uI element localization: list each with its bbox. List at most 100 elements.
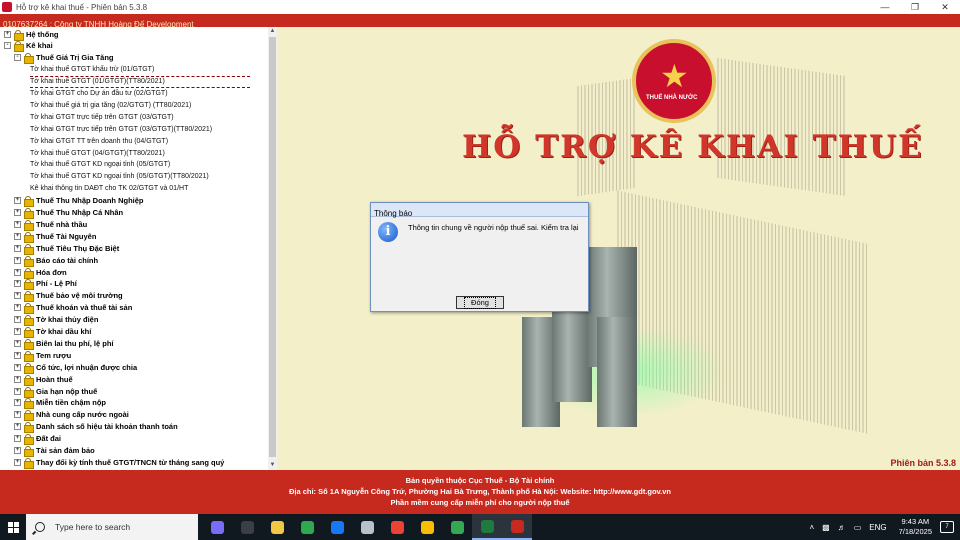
lock-icon <box>24 398 34 410</box>
expand-icon[interactable]: + <box>14 351 21 359</box>
expand-icon[interactable]: + <box>14 458 21 466</box>
tree-scrollbar[interactable]: ▲ ▼ <box>268 27 277 470</box>
tree-group-item[interactable]: + Miễn tiền chậm nộp <box>14 397 106 410</box>
expand-icon[interactable]: + <box>14 363 21 371</box>
taskbar-app[interactable] <box>382 514 412 540</box>
tree-item-label: Đất đai <box>36 434 62 444</box>
expand-icon[interactable]: + <box>14 399 21 407</box>
expand-icon[interactable]: + <box>14 256 21 264</box>
expand-icon[interactable]: + <box>14 209 21 216</box>
expand-icon[interactable]: + <box>14 339 21 347</box>
app-banner-title: HỖ TRỢ KÊ KHAI THUẾ <box>462 129 924 165</box>
expand-icon[interactable]: + <box>14 280 21 288</box>
tree-leaf-item[interactable]: Tờ khai GTGT trực tiếp trên GTGT (03/GTG… <box>30 111 174 123</box>
tree-group-item[interactable]: - Kê khai <box>4 40 53 53</box>
minimize-button[interactable]: — <box>870 0 900 14</box>
scroll-thumb[interactable] <box>269 37 276 457</box>
tree-item-label: Tờ khai thủy điện <box>36 315 99 325</box>
taskbar-app[interactable] <box>352 514 382 540</box>
tree-group-item[interactable]: + Thuế nhà thầu <box>14 218 87 231</box>
tree-group-item[interactable]: + Hóa đơn <box>14 266 67 279</box>
expand-icon[interactable]: + <box>14 411 21 419</box>
expand-icon[interactable]: + <box>14 316 21 324</box>
tree-leaf-item[interactable]: Tờ khai thuế giá trị gia tăng (02/GTGT) … <box>30 99 191 111</box>
tree-leaf-item[interactable]: Tờ khai GTGT cho Dự án đầu tư (02/GTGT) <box>30 88 168 100</box>
tree-leaf-item[interactable]: Kê khai thông tin DAĐT cho TK 02/GTGT và… <box>30 183 188 195</box>
tree-group-item[interactable]: - Thuế Giá Trị Gia Tăng <box>14 52 114 65</box>
tree-group-item[interactable]: + Hoàn thuế <box>14 373 73 386</box>
tree-group-item[interactable]: + Tem rượu <box>14 349 71 362</box>
expand-icon[interactable]: + <box>14 375 21 383</box>
taskbar-app[interactable] <box>442 514 472 540</box>
close-button[interactable]: ✕ <box>930 0 960 14</box>
taskbar-app[interactable] <box>502 514 532 540</box>
chevron-up-icon[interactable]: ˄ <box>809 523 814 532</box>
tree-group-item[interactable]: + Phí - Lệ Phí <box>14 278 77 291</box>
lock-icon <box>24 350 34 362</box>
tree-group-item[interactable]: + Biên lai thu phí, lệ phí <box>14 337 114 350</box>
scroll-up-arrow-icon[interactable]: ▲ <box>268 27 277 36</box>
tree-group-item[interactable]: + Thuế khoán và thuế tài sản <box>14 302 132 315</box>
expand-icon[interactable]: + <box>14 268 21 276</box>
tree-group-item[interactable]: + Nhà cung cấp nước ngoài <box>14 409 129 422</box>
volume-icon[interactable]: ♬ <box>838 523 846 532</box>
scroll-down-arrow-icon[interactable]: ▼ <box>268 461 277 470</box>
tree-group-item[interactable]: + Hệ thống <box>4 28 59 41</box>
lock-icon <box>24 457 34 469</box>
taskbar-search[interactable]: Type here to search <box>26 514 198 540</box>
lock-icon <box>24 255 34 267</box>
collapse-icon[interactable]: - <box>4 42 11 50</box>
taskbar-clock[interactable]: 9:43 AM 7/18/2025 <box>899 517 932 537</box>
expand-icon[interactable]: + <box>14 435 21 443</box>
taskbar-app[interactable] <box>262 514 292 540</box>
taskbar-app[interactable] <box>292 514 322 540</box>
notification-icon[interactable]: 7 <box>940 521 954 533</box>
language-indicator[interactable]: ENG <box>869 523 886 532</box>
tree-group-item[interactable]: + Tài sản đảm bảo <box>14 445 95 457</box>
tree-group-item[interactable]: + Cổ tức, lợi nhuận được chia <box>14 361 137 374</box>
expand-icon[interactable]: + <box>14 304 21 312</box>
tree-leaf-item[interactable]: Tờ khai thuế GTGT (01/GTGT)(TT80/2021) <box>30 75 250 88</box>
expand-icon[interactable]: + <box>14 423 21 431</box>
tree-group-item[interactable]: + Thuế bảo vệ môi trường <box>14 290 123 303</box>
expand-icon[interactable]: + <box>14 328 21 335</box>
tree-group-item[interactable]: + Đất đai <box>14 433 62 446</box>
expand-icon[interactable]: + <box>14 220 21 228</box>
expand-icon[interactable]: + <box>14 197 21 205</box>
tree-leaf-item[interactable]: Tờ khai GTGT TT trên doanh thu (04/GTGT) <box>30 135 168 147</box>
taskbar-app[interactable] <box>412 514 442 540</box>
tree-group-item[interactable]: + Thuế Tiêu Thụ Đặc Biệt <box>14 242 119 255</box>
network-icon[interactable]: ▩ <box>822 523 830 532</box>
tree-group-item[interactable]: + Tờ khai thủy điện <box>14 314 99 327</box>
taskbar-app[interactable] <box>202 514 232 540</box>
tree-group-item[interactable]: + Tờ khai dầu khí <box>14 326 91 338</box>
maximize-button[interactable]: ❐ <box>900 0 930 14</box>
taskbar-app[interactable] <box>472 514 502 540</box>
expand-icon[interactable]: + <box>4 30 11 38</box>
tree-leaf-item[interactable]: Tờ khai thuế GTGT khấu trừ (01/GTGT) <box>30 64 154 76</box>
tree-leaf-item[interactable]: Tờ khai thuế GTGT (04/GTGT)(TT80/2021) <box>30 147 165 159</box>
tree-item-label: Báo cáo tài chính <box>36 255 99 265</box>
tree-group-item[interactable]: + Thuế Thu Nhập Doanh Nghiệp <box>14 195 144 208</box>
close-dialog-button[interactable]: Đóng <box>456 296 504 309</box>
expand-icon[interactable]: + <box>14 244 21 252</box>
tree-group-item[interactable]: + Thuế Thu Nhập Cá Nhân <box>14 207 123 219</box>
lock-icon <box>24 219 34 231</box>
tree-group-item[interactable]: + Gia hạn nộp thuế <box>14 385 97 398</box>
tree-group-item[interactable]: + Báo cáo tài chính <box>14 254 99 267</box>
tree-group-item[interactable]: + Thuế Tài Nguyên <box>14 230 96 243</box>
expand-icon[interactable]: + <box>14 232 21 240</box>
tree-leaf-item[interactable]: Tờ khai thuế GTGT KD ngoại tỉnh (05/GTGT… <box>30 159 170 171</box>
tree-leaf-item[interactable]: Tờ khai GTGT trực tiếp trên GTGT (03/GTG… <box>30 123 212 135</box>
expand-icon[interactable]: + <box>14 387 21 395</box>
tree-group-item[interactable]: + Thay đổi kỳ tính thuế GTGT/TNCN từ thán… <box>14 456 224 469</box>
expand-icon[interactable]: + <box>14 292 21 300</box>
start-button[interactable] <box>0 514 26 540</box>
taskbar-app[interactable] <box>322 514 352 540</box>
taskbar-app[interactable] <box>232 514 262 540</box>
expand-icon[interactable]: + <box>14 447 21 454</box>
tree-leaf-item[interactable]: Tờ khai thuế GTGT KD ngoại tỉnh (05/GTGT… <box>30 171 209 183</box>
battery-icon[interactable]: ▭ <box>854 523 862 532</box>
collapse-icon[interactable]: - <box>14 54 21 62</box>
tree-group-item[interactable]: + Danh sách số hiệu tài khoản thanh toán <box>14 421 178 434</box>
